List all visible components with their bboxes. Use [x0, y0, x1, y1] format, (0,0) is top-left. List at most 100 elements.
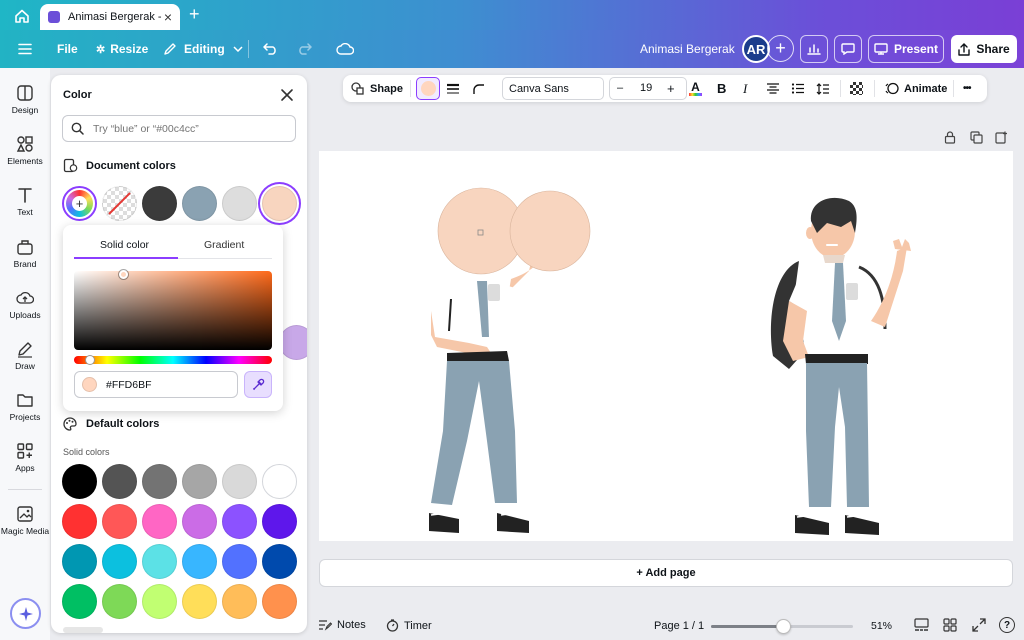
solid-color-swatch[interactable] — [222, 584, 257, 619]
solid-color-swatch[interactable] — [102, 504, 137, 539]
decrease-font-size-button[interactable]: – — [617, 82, 623, 94]
sidebar-item-design[interactable]: Design — [0, 84, 50, 115]
zoom-level[interactable]: 51% — [871, 620, 892, 632]
solid-color-swatch[interactable] — [142, 544, 177, 579]
animate-button[interactable]: Animate — [885, 75, 947, 102]
italic-button[interactable]: I — [743, 75, 747, 102]
lock-icon[interactable] — [944, 131, 956, 149]
bold-button[interactable]: B — [717, 75, 726, 102]
design-canvas[interactable] — [319, 151, 1013, 541]
solid-color-swatch[interactable] — [222, 504, 257, 539]
color-search-field[interactable] — [62, 115, 296, 142]
shape-button[interactable]: Shape — [351, 75, 403, 102]
sidebar-item-uploads[interactable]: Uploads — [0, 289, 50, 320]
right-figure-illustration[interactable] — [770, 197, 911, 535]
share-button[interactable]: Share — [951, 35, 1017, 63]
solid-color-swatch[interactable] — [262, 544, 297, 579]
resize-button[interactable]: ✲ Resize — [96, 30, 148, 68]
home-icon[interactable] — [14, 8, 30, 24]
tab-gradient[interactable]: Gradient — [204, 239, 244, 251]
transparent-swatch[interactable] — [102, 186, 137, 221]
border-style-icon[interactable] — [446, 75, 460, 102]
solid-color-swatch[interactable] — [62, 544, 97, 579]
sidebar-item-draw[interactable]: Draw — [0, 340, 50, 371]
hamburger-icon[interactable] — [18, 30, 32, 68]
align-center-icon[interactable] — [766, 75, 780, 102]
line-spacing-icon[interactable] — [816, 75, 830, 102]
font-size-value[interactable]: 19 — [640, 82, 652, 94]
sidebar-item-elements[interactable]: Elements — [0, 135, 50, 166]
fullscreen-icon[interactable] — [972, 618, 986, 635]
document-color-swatch[interactable] — [222, 186, 257, 221]
add-page-button[interactable]: + Add page — [319, 559, 1013, 587]
solid-color-swatch[interactable] — [62, 584, 97, 619]
page-indicator[interactable]: Page 1 / 1 — [654, 620, 704, 632]
browser-tab[interactable]: Animasi Bergerak - ... × — [40, 4, 180, 30]
new-tab-button[interactable]: + — [189, 4, 200, 25]
help-button[interactable]: ? — [999, 617, 1015, 633]
solid-color-swatch[interactable] — [262, 584, 297, 619]
solid-color-swatch[interactable] — [102, 464, 137, 499]
editing-mode-button[interactable]: Editing — [163, 30, 243, 68]
duplicate-page-icon[interactable] — [970, 131, 983, 149]
close-icon[interactable] — [280, 88, 294, 102]
add-page-icon[interactable] — [995, 131, 1008, 149]
add-color-button[interactable]: + — [62, 186, 97, 221]
hue-slider[interactable] — [74, 356, 272, 364]
zoom-slider-handle[interactable] — [776, 619, 791, 634]
eyedropper-button[interactable] — [244, 371, 272, 398]
fill-color-button[interactable] — [416, 77, 440, 100]
font-family-select[interactable]: Canva Sans — [502, 77, 604, 100]
more-options-button[interactable]: ••• — [963, 75, 971, 102]
solid-color-swatch[interactable] — [182, 464, 217, 499]
hidden-color-swatch[interactable] — [279, 325, 307, 360]
sidebar-item-brand[interactable]: Brand — [0, 238, 50, 269]
solid-color-swatch[interactable] — [182, 584, 217, 619]
font-size-stepper[interactable]: – 19 + — [609, 77, 687, 100]
pages-view-icon[interactable] — [914, 618, 929, 635]
insights-icon[interactable] — [800, 35, 828, 63]
sidebar-item-projects[interactable]: Projects — [0, 391, 50, 422]
solid-color-swatch[interactable] — [262, 504, 297, 539]
comment-icon[interactable] — [834, 35, 862, 63]
solid-color-swatch[interactable] — [102, 584, 137, 619]
solid-color-swatch[interactable] — [62, 504, 97, 539]
invite-button[interactable]: + — [767, 35, 794, 62]
tab-close-icon[interactable]: × — [164, 9, 172, 25]
avatar[interactable]: AR — [742, 35, 770, 63]
hex-input-field[interactable]: #FFD6BF — [74, 371, 238, 398]
increase-font-size-button[interactable]: + — [667, 81, 675, 96]
solid-color-swatch[interactable] — [142, 584, 177, 619]
grid-view-icon[interactable] — [943, 618, 957, 635]
file-menu[interactable]: File — [57, 30, 78, 68]
document-color-swatch[interactable] — [142, 186, 177, 221]
sidebar-item-magic-media[interactable]: Magic Media — [0, 505, 50, 536]
solid-color-swatch[interactable] — [222, 464, 257, 499]
solid-color-swatch[interactable] — [222, 544, 257, 579]
left-figure-illustration[interactable] — [429, 187, 591, 533]
sidebar-item-apps[interactable]: Apps — [0, 442, 50, 473]
solid-color-swatch[interactable] — [62, 464, 97, 499]
solid-color-swatch[interactable] — [102, 544, 137, 579]
color-search-input[interactable] — [93, 122, 283, 135]
undo-icon[interactable] — [263, 30, 279, 68]
redo-icon[interactable] — [296, 30, 312, 68]
project-title[interactable]: Animasi Bergerak — [640, 30, 735, 68]
text-color-button[interactable]: A — [689, 75, 702, 102]
transparency-icon[interactable] — [850, 75, 863, 102]
color-area-handle[interactable] — [119, 270, 128, 279]
document-color-swatch[interactable] — [182, 186, 217, 221]
solid-color-swatch[interactable] — [262, 464, 297, 499]
bullet-list-icon[interactable] — [791, 75, 805, 102]
solid-color-swatch[interactable] — [142, 464, 177, 499]
timer-button[interactable]: Timer — [386, 619, 432, 632]
hue-slider-handle[interactable] — [85, 355, 95, 365]
corner-rounding-icon[interactable] — [472, 75, 486, 102]
sidebar-item-text[interactable]: Text — [0, 186, 50, 217]
notes-button[interactable]: Notes — [318, 619, 366, 631]
cloud-save-icon[interactable] — [336, 30, 354, 68]
present-button[interactable]: Present — [868, 35, 944, 63]
solid-color-swatch[interactable] — [182, 544, 217, 579]
solid-color-swatch[interactable] — [142, 504, 177, 539]
tab-solid-color[interactable]: Solid color — [100, 239, 149, 251]
